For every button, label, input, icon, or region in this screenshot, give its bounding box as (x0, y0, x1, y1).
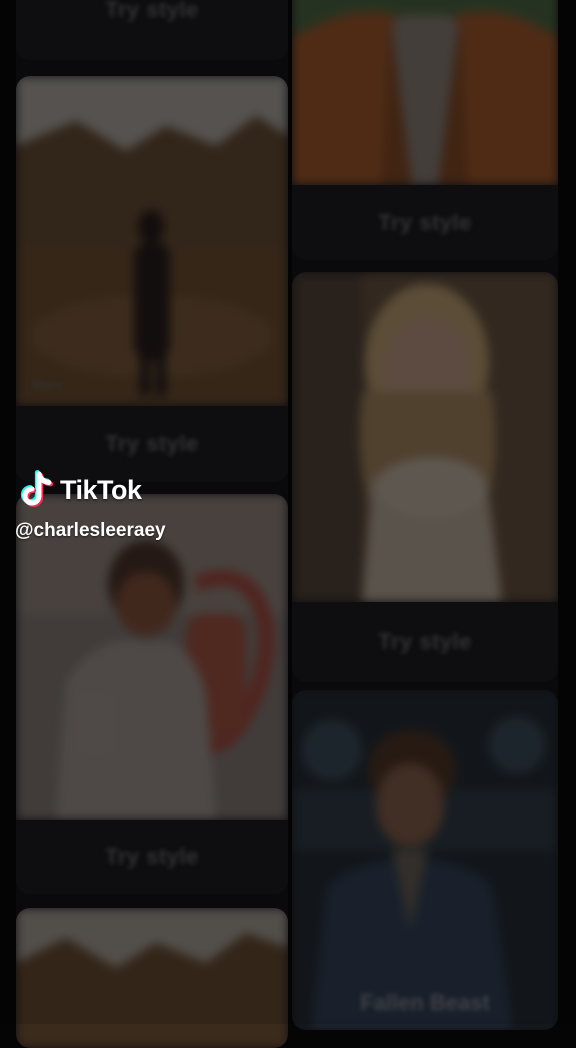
try-style-button[interactable]: Try style (16, 820, 288, 894)
style-card-desert[interactable]: Mars Try style (16, 76, 288, 482)
style-card-jacket[interactable]: Try style (292, 0, 558, 260)
watermark-brand-row: TikTok (18, 470, 166, 510)
try-style-button[interactable]: Try style (292, 602, 558, 682)
thumbnail-caption: Mars (32, 377, 63, 392)
style-card[interactable]: Try style (16, 0, 288, 60)
tiktok-brand-text: TikTok (60, 474, 142, 505)
style-thumbnail (292, 0, 558, 185)
style-thumbnail (16, 494, 288, 820)
try-style-button[interactable]: Try style (292, 185, 558, 260)
style-name-label: Fallen Beast (360, 990, 490, 1015)
tiktok-watermark: TikTok @charlesleeraey (15, 470, 166, 542)
style-thumbnail (292, 272, 558, 602)
style-thumbnail (292, 690, 558, 1030)
try-style-button[interactable]: Try style (16, 0, 288, 60)
style-card-desert-2[interactable] (16, 908, 288, 1048)
style-card-newt[interactable]: Fallen Beast (292, 690, 558, 1030)
style-card-blonde[interactable]: Try style (292, 272, 558, 682)
style-card-portrait[interactable]: Try style (16, 494, 288, 894)
style-thumbnail (16, 908, 288, 1048)
creator-handle: @charlesleeraey (15, 520, 166, 541)
tiktok-logo-icon (20, 470, 54, 507)
style-thumbnail (16, 76, 288, 406)
